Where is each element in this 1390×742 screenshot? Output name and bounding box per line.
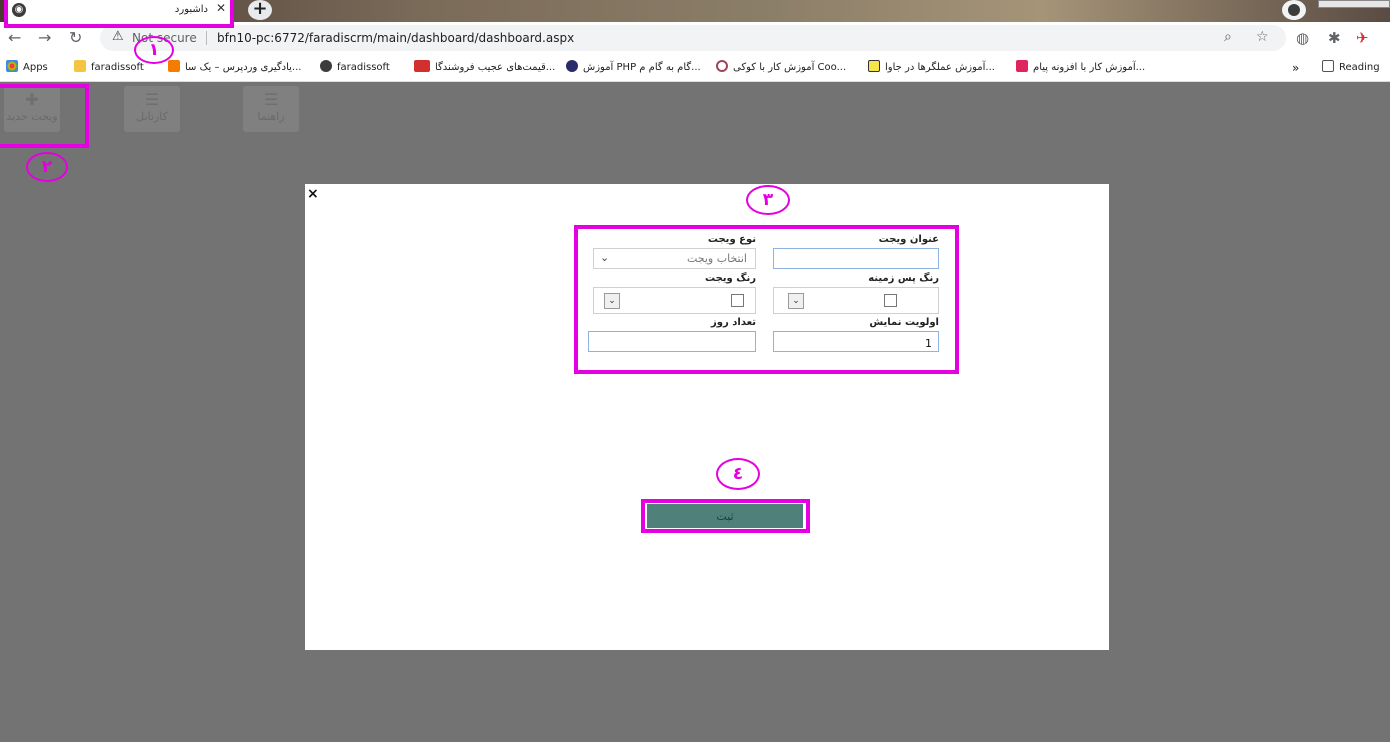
bookmark-label: Apps [23, 62, 48, 73]
bookmark-prices[interactable]: قیمت‌های عجیب فروشندگا... [414, 60, 555, 76]
url-text[interactable]: bfn10-pc:6772/faradiscrm/main/dashboard/… [217, 31, 574, 45]
bookmark-label: آموزش کار با افزونه پیام... [1033, 62, 1146, 73]
bookmarks-overflow[interactable]: » [1292, 60, 1299, 76]
bookmark-label: Reading [1339, 62, 1380, 73]
back-icon[interactable]: ← [8, 28, 21, 47]
bookmark-label: faradissoft [337, 62, 390, 73]
bookmark-operators[interactable]: آموزش عملگرها در جاوا... [868, 60, 995, 76]
bookmark-apps[interactable]: Apps [6, 60, 48, 76]
annotation-box-form [574, 225, 959, 374]
forward-icon[interactable]: → [38, 28, 51, 47]
checklist-icon: ☰ [263, 90, 279, 109]
site-icon [566, 60, 578, 72]
new-tab-button[interactable]: + [248, 0, 272, 20]
extensions-icon[interactable]: ✱ [1328, 29, 1341, 47]
bookmark-faradissoft-folder[interactable]: faradissoft [74, 60, 144, 76]
annotation-number: ١ [134, 36, 174, 64]
button-label: کارتابل [136, 110, 168, 123]
window-controls[interactable] [1318, 0, 1390, 8]
profile-icon[interactable] [1282, 0, 1306, 20]
bookmark-label: آموزش عملگرها در جاوا... [885, 62, 995, 73]
site-icon [168, 60, 180, 72]
annotation-box-submit [641, 499, 810, 533]
site-icon [716, 60, 728, 72]
reload-icon[interactable]: ↻ [69, 28, 82, 47]
bookmark-faradissoft[interactable]: faradissoft [320, 60, 390, 76]
bookmarks-bar: Apps faradissoft یادگیری وردپرس – یک سا.… [0, 54, 1390, 82]
apps-grid-icon [6, 60, 18, 72]
star-icon[interactable]: ☆ [1256, 29, 1269, 45]
site-icon [1016, 60, 1028, 72]
address-bar[interactable]: ⚠ Not secure bfn10-pc:6772/faradiscrm/ma… [100, 25, 1286, 51]
annotation-number: ٢ [26, 152, 68, 182]
folder-icon [74, 60, 86, 72]
bookmark-label: آموزش PHP گام به گام م... [583, 62, 701, 73]
bookmark-label: قیمت‌های عجیب فروشندگا... [435, 62, 556, 73]
shield-icon [868, 60, 880, 72]
zoom-icon[interactable]: ⌕ [1224, 29, 1232, 45]
bookmark-wordpress[interactable]: یادگیری وردپرس – یک سا... [168, 60, 301, 76]
globe-icon [320, 60, 332, 72]
annotation-number: ٣ [746, 185, 790, 215]
bookmark-label: یادگیری وردپرس – یک سا... [185, 62, 302, 73]
help-button[interactable]: ☰ راهنما [243, 86, 299, 132]
uc-icon [414, 60, 430, 72]
kartabl-button[interactable]: ☰ کارتابل [124, 86, 180, 132]
bookmark-messages[interactable]: آموزش کار با افزونه پیام... [1016, 60, 1145, 76]
annotation-box-tab [4, 0, 234, 28]
divider [206, 31, 207, 45]
annotation-box-new-widget [0, 84, 89, 148]
bookmark-label: آموزش کار با کوکی Coo... [733, 62, 847, 73]
bookmark-php[interactable]: آموزش PHP گام به گام م... [566, 60, 701, 76]
annotation-number: ٤ [716, 458, 760, 490]
translate-icon[interactable]: ◍ [1296, 29, 1309, 47]
warning-icon[interactable]: ⚠ [112, 29, 124, 44]
bookmark-cookie[interactable]: آموزش کار با کوکی Coo... [716, 60, 846, 76]
checklist-icon: ☰ [144, 90, 160, 109]
close-icon[interactable]: × [307, 186, 319, 202]
reading-list-icon [1322, 60, 1334, 72]
extension-logo-icon[interactable]: ✈ [1356, 29, 1369, 47]
reading-list[interactable]: Reading [1322, 60, 1380, 76]
button-label: راهنما [257, 110, 285, 123]
bookmark-label: faradissoft [91, 62, 144, 73]
